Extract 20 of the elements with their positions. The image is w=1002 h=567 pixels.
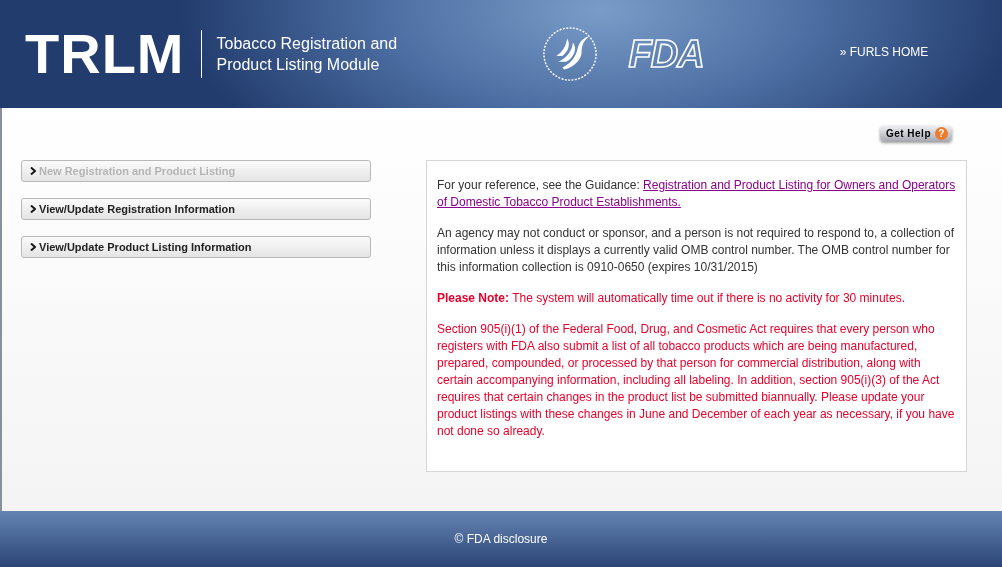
logo: TRLM <box>25 26 185 82</box>
module-title: Tobacco Registration and <box>216 34 399 54</box>
furls-home-link[interactable]: » FURLS HOME <box>839 45 929 59</box>
help-icon: ? <box>935 126 948 140</box>
guidance-link[interactable]: Registration and Product Listing for Owners and Operators <box>643 178 956 192</box>
get-help-button[interactable]: Get Help ? <box>879 125 952 141</box>
guidance-paragraph: For your reference, see the Guidance: Registration and Product Listing for Owners and Operators of Domestic Tobacco Product Establishments. <box>437 177 957 211</box>
chevron-icon <box>30 167 36 175</box>
guidance-link[interactable]: of Domestic Tobacco Product Establishments. <box>437 195 681 209</box>
module-title: Product Listing Module <box>216 55 381 75</box>
menu-button[interactable]: View/Update Product Listing Information <box>21 236 371 258</box>
chevron-icon <box>30 205 36 213</box>
footer-text: © FDA disclosure <box>454 532 548 546</box>
section-notice: Section 905(i)(1) of the Federal Food, Drug, and Cosmetic Act requires that every person who registers with FDA also submit a list of all tobacco products which are being manufactured, prepared, compounded, or processed by that person for commercial distribution, along with certain accompanying information, including all labeling. In addition, section 905(i)(3) of the Act requires that certain changes in the product list be submitted biannually. Please update your product listings with these changes in June and December of each year as necessary, if you have not done so already. <box>437 321 956 440</box>
omb-notice: An agency may not conduct or sponsor, and a person is not required to respond to, a collection of information unless it displays a currently valid OMB control number. The OMB control number for this information collection is 0910-0650 (expires 10/31/2015) <box>437 225 955 276</box>
timeout-note: Please Note: The system will automatically time out if there is no activity for 30 minutes. <box>437 290 906 307</box>
eagle-seal-icon <box>540 25 599 83</box>
fda-logo: FDA <box>628 32 704 76</box>
chevron-icon <box>30 243 36 251</box>
menu-button[interactable]: View/Update Registration Information <box>21 198 371 220</box>
